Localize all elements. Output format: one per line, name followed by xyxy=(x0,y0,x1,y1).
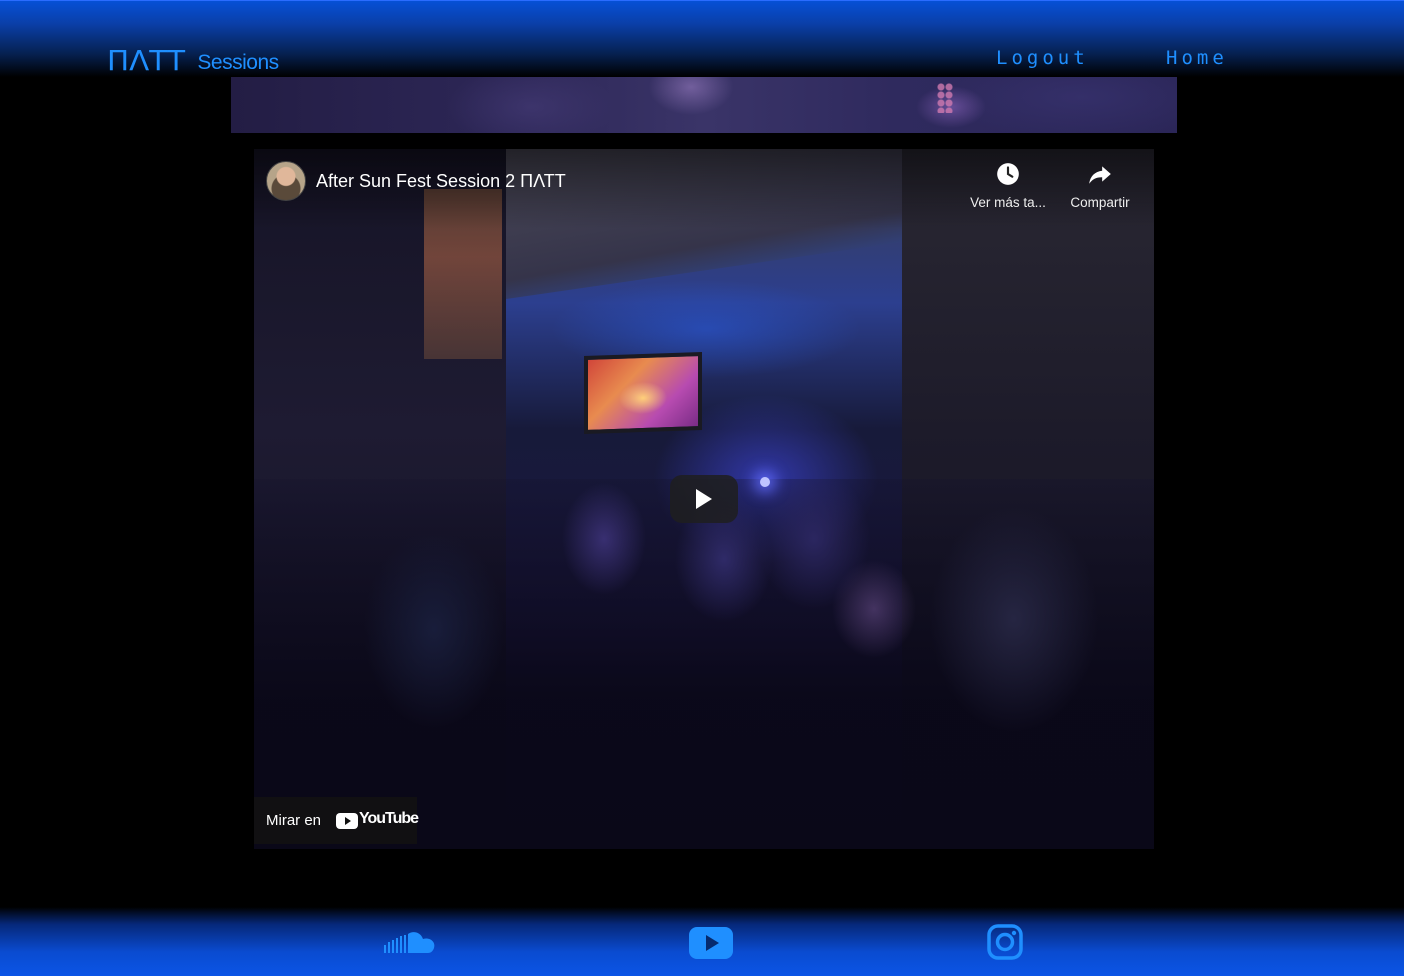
youtube-logo-icon xyxy=(336,813,358,829)
share-arrow-icon xyxy=(1089,166,1111,184)
watch-later-button[interactable]: Ver más ta... xyxy=(963,161,1053,210)
channel-avatar[interactable] xyxy=(266,161,306,201)
watch-on-youtube-button[interactable]: Mirar en YouTube xyxy=(254,797,419,844)
site-header: ΠΛΤΤ Sessions Logout Home xyxy=(0,0,1404,77)
youtube-icon[interactable] xyxy=(689,927,733,959)
video-player[interactable]: After Sun Fest Session 2 ΠΛΤΤ Ver más ta… xyxy=(254,149,1154,849)
share-label: Compartir xyxy=(1070,195,1130,210)
instagram-icon[interactable] xyxy=(987,924,1023,960)
site-logo[interactable]: ΠΛΤΤ Sessions xyxy=(107,45,279,75)
watch-on-label: Mirar en xyxy=(266,812,322,829)
site-footer xyxy=(0,907,1404,976)
watch-later-label: Ver más ta... xyxy=(970,195,1046,210)
logout-link[interactable]: Logout xyxy=(996,47,1089,69)
banner-image xyxy=(231,77,1177,133)
clock-icon xyxy=(997,163,1019,185)
share-button[interactable]: Compartir xyxy=(1055,161,1145,210)
logo-subtitle: Sessions xyxy=(197,51,279,74)
soundcloud-icon[interactable] xyxy=(384,931,436,955)
video-title[interactable]: After Sun Fest Session 2 ΠΛΤΤ xyxy=(316,171,566,192)
play-icon xyxy=(696,489,712,509)
play-button[interactable] xyxy=(670,475,738,523)
youtube-wordmark: YouTube xyxy=(359,810,419,827)
logo-mark: ΠΛΤΤ xyxy=(107,44,186,77)
home-link[interactable]: Home xyxy=(1166,47,1228,69)
